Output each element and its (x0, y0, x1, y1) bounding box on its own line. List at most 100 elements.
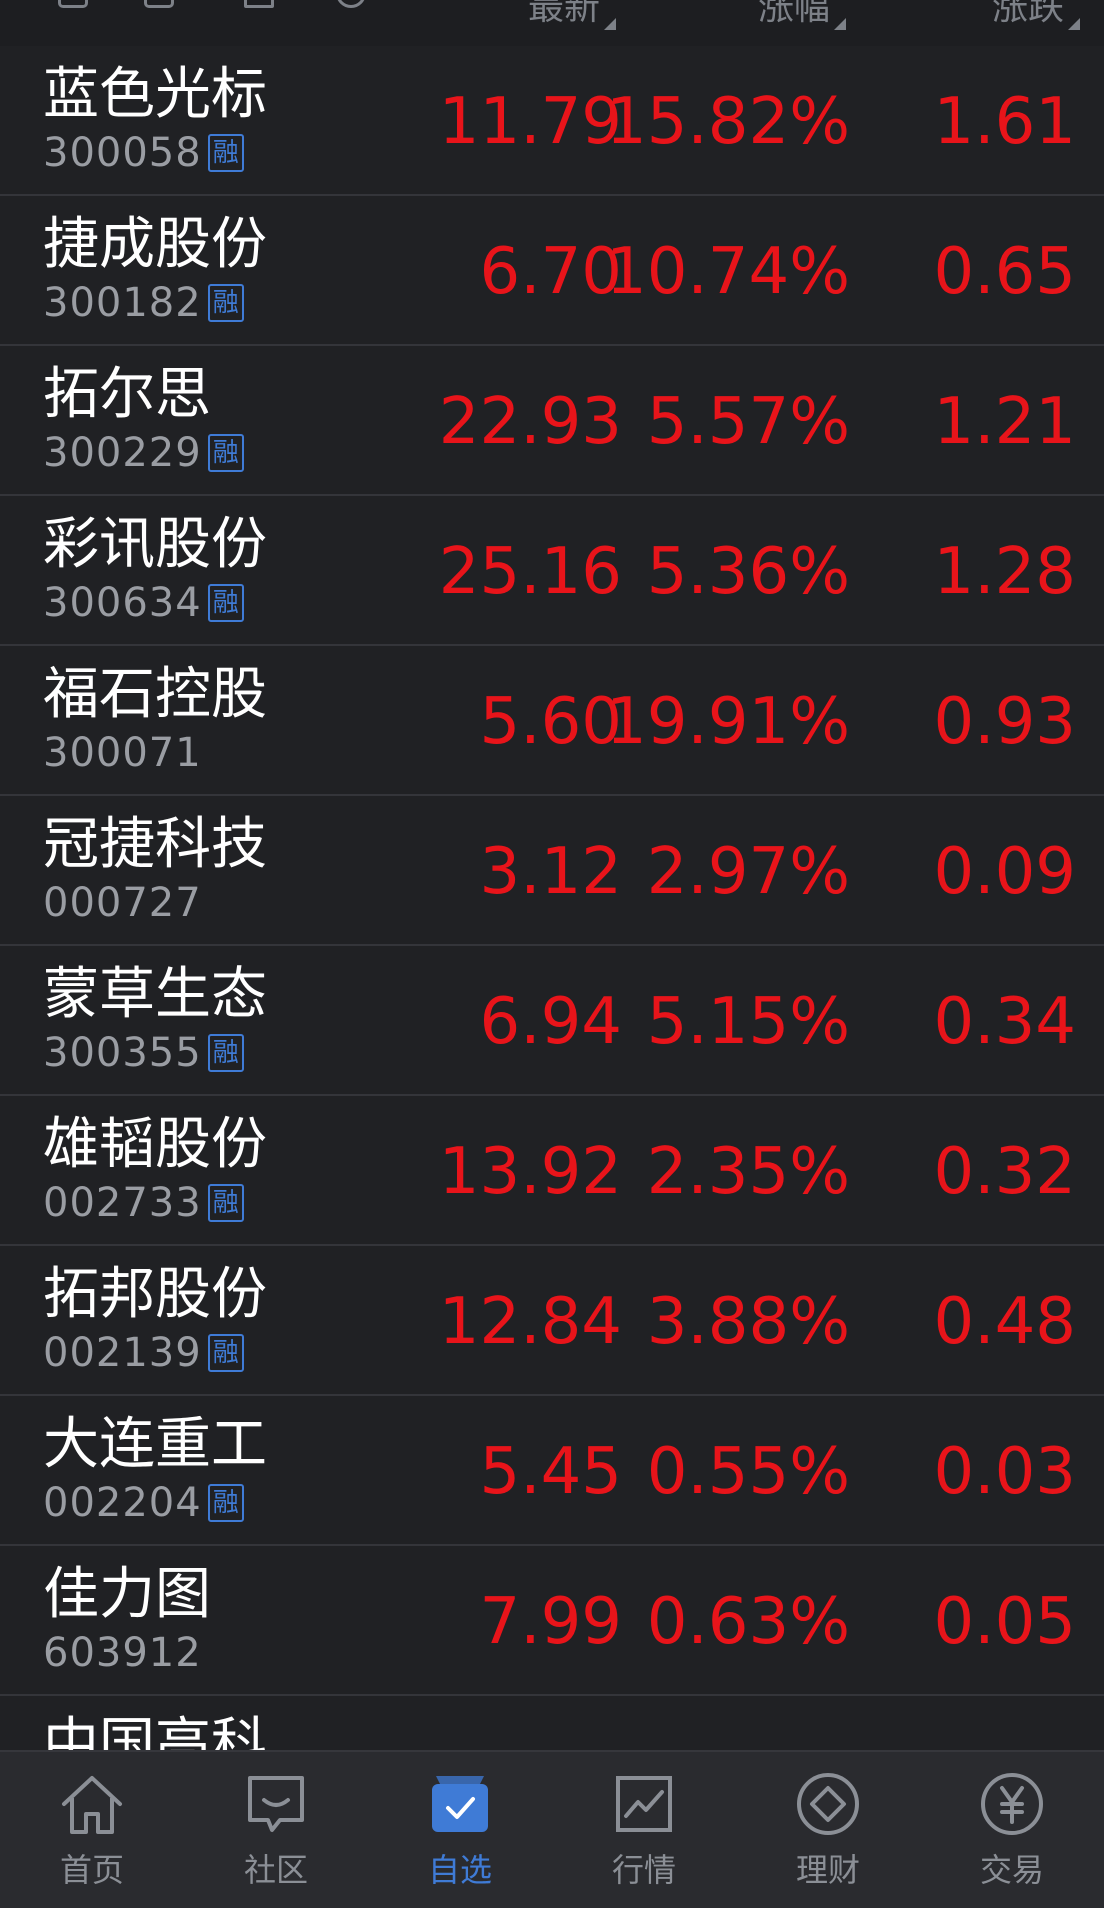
stock-name: 佳力图 (43, 1562, 211, 1627)
nav-item-market-chart[interactable]: 行情 (552, 1752, 736, 1908)
stock-change: 0.32 (933, 1135, 1077, 1209)
column-header-change[interactable]: 涨跌 (992, 0, 1080, 30)
stock-code-line: 300071 (43, 730, 202, 776)
stock-code-line: 000727 (43, 880, 202, 926)
stock-change-percent: 5.36% (646, 535, 850, 609)
stock-change: 1.28 (933, 535, 1077, 609)
column-header-price[interactable]: 最新 (528, 0, 616, 30)
watchlist[interactable]: 蓝色光标 300058 融 11.79 15.82% 1.61 捷成股份 300182 融 6.7… (0, 46, 1104, 1750)
stock-name: 捷成股份 (43, 212, 267, 277)
stock-price: 11.79 (438, 85, 622, 159)
stock-row[interactable]: 雄韬股份 002733 融 13.92 2.35% 0.32 (0, 1096, 1104, 1246)
stock-code: 300355 (43, 1030, 202, 1076)
stock-code: 002204 (43, 1480, 202, 1526)
stock-row[interactable]: 福石控股 300071 5.60 19.91% 0.93 (0, 646, 1104, 796)
nav-label: 理财 (795, 1851, 860, 1889)
stock-name: 中国高科 (43, 1712, 267, 1750)
stock-code: 002733 (43, 1180, 202, 1226)
stock-row[interactable]: 拓邦股份 002139 融 12.84 3.88% 0.48 (0, 1246, 1104, 1396)
margin-trading-badge: 融 (207, 434, 244, 472)
margin-trading-badge: 融 (207, 134, 244, 172)
stock-change-percent: 3.88% (646, 1285, 850, 1359)
stock-code-line: 300355 融 (43, 1030, 244, 1076)
margin-trading-badge: 融 (207, 584, 244, 622)
margin-trading-badge: 融 (207, 1484, 244, 1522)
stock-name: 彩讯股份 (43, 512, 267, 577)
column-header-change-pct[interactable]: 涨幅 (758, 0, 846, 30)
stock-row[interactable]: 佳力图 603912 7.99 0.63% 0.05 (0, 1546, 1104, 1696)
nav-item-wealth[interactable]: 理财 (736, 1752, 920, 1908)
header-tool-icon[interactable] (58, 0, 88, 8)
nav-label: 交易 (979, 1851, 1044, 1889)
stock-change: 0.48 (933, 1285, 1077, 1359)
stock-code: 603912 (43, 1630, 202, 1676)
stock-name: 拓尔思 (43, 362, 211, 427)
stock-change-percent: 5.15% (646, 985, 850, 1059)
stock-change-percent: 2.97% (646, 835, 850, 909)
stock-change-percent: 0.63% (646, 1585, 850, 1659)
nav-label: 行情 (611, 1851, 676, 1889)
wealth-icon (794, 1770, 862, 1838)
stock-change-percent: 15.82% (605, 85, 850, 159)
yuan-trade-icon (978, 1770, 1046, 1838)
nav-item-watchlist[interactable]: 自选 (368, 1752, 552, 1908)
stock-change: 0.05 (933, 1585, 1077, 1659)
stock-name: 福石控股 (43, 662, 267, 727)
stock-code: 300229 (43, 430, 202, 476)
sort-indicator-icon (604, 18, 616, 30)
stock-price: 5.45 (479, 1435, 623, 1509)
stock-price: 22.93 (438, 385, 622, 459)
nav-item-community[interactable]: 社区 (184, 1752, 368, 1908)
stock-price: 13.92 (438, 1135, 622, 1209)
margin-trading-badge: 融 (207, 284, 244, 322)
stock-row[interactable]: 大连重工 002204 融 5.45 0.55% 0.03 (0, 1396, 1104, 1546)
sort-indicator-icon (834, 18, 846, 30)
stock-row[interactable]: 蒙草生态 300355 融 6.94 5.15% 0.34 (0, 946, 1104, 1096)
stock-change-percent: 2.35% (646, 1135, 850, 1209)
stock-row[interactable]: 彩讯股份 300634 融 25.16 5.36% 1.28 (0, 496, 1104, 646)
margin-trading-badge: 融 (207, 1034, 244, 1072)
stock-code-line: 300229 融 (43, 430, 244, 476)
stock-price: 6.94 (479, 985, 623, 1059)
stock-change: 0.65 (933, 235, 1077, 309)
stock-price: 7.99 (479, 1585, 623, 1659)
stock-name: 蒙草生态 (43, 962, 267, 1027)
stock-price: 5.60 (479, 685, 623, 759)
stock-row[interactable]: 拓尔思 300229 融 22.93 5.57% 1.21 (0, 346, 1104, 496)
stock-code-line: 002139 融 (43, 1330, 244, 1376)
stock-name: 冠捷科技 (43, 812, 267, 877)
market-chart-icon (610, 1770, 678, 1838)
stock-change: 0.93 (933, 685, 1077, 759)
stock-price: 25.16 (438, 535, 622, 609)
stock-code-line: 300634 融 (43, 580, 244, 626)
nav-item-yuan-trade[interactable]: 交易 (920, 1752, 1104, 1908)
stock-row[interactable]: 冠捷科技 000727 3.12 2.97% 0.09 (0, 796, 1104, 946)
stock-change: 1.61 (933, 85, 1077, 159)
stock-code-line: 002204 融 (43, 1480, 244, 1526)
stock-code: 000727 (43, 880, 202, 926)
stock-price: 12.84 (438, 1285, 622, 1359)
stock-code: 300071 (43, 730, 202, 776)
stock-code: 300634 (43, 580, 202, 626)
stock-change-percent: 10.74% (605, 235, 850, 309)
stock-row[interactable]: 中国高科 (0, 1696, 1104, 1750)
sort-indicator-icon (1068, 18, 1080, 30)
margin-trading-badge: 融 (207, 1334, 244, 1372)
nav-item-home[interactable]: 首页 (0, 1752, 184, 1908)
stock-name: 雄韬股份 (43, 1112, 267, 1177)
stock-code: 300058 (43, 130, 202, 176)
header-settings-icon[interactable] (336, 0, 366, 8)
stock-name: 大连重工 (43, 1412, 267, 1477)
nav-label: 社区 (243, 1851, 308, 1889)
stock-row[interactable]: 捷成股份 300182 融 6.70 10.74% 0.65 (0, 196, 1104, 346)
header-list-icon[interactable] (244, 0, 274, 8)
nav-label: 自选 (427, 1851, 492, 1889)
stock-change: 1.21 (933, 385, 1077, 459)
nav-label: 首页 (59, 1851, 124, 1889)
stock-row[interactable]: 蓝色光标 300058 融 11.79 15.82% 1.61 (0, 46, 1104, 196)
header-grid-icon[interactable] (144, 0, 174, 8)
stock-price: 6.70 (479, 235, 623, 309)
bottom-nav: 首页 社区 自选 行情 理财 交易 (0, 1750, 1104, 1908)
stock-code-line: 603912 (43, 1630, 202, 1676)
stock-change: 0.34 (933, 985, 1077, 1059)
